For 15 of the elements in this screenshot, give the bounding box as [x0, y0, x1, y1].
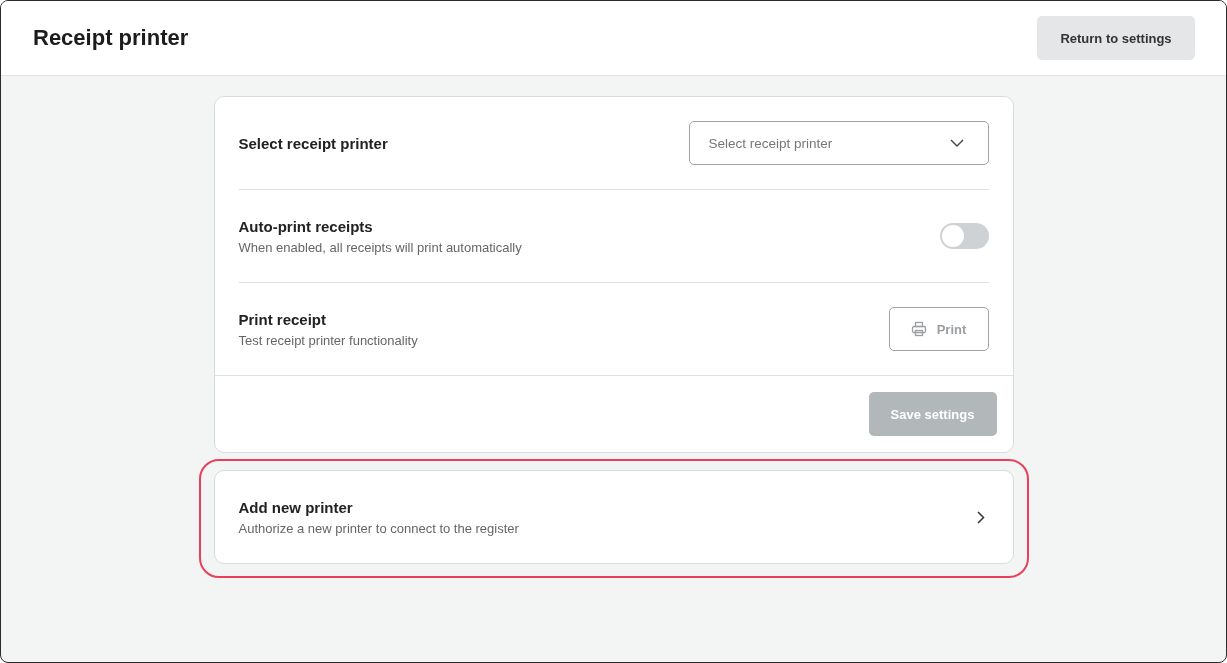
card-title: Add new printer: [238, 498, 354, 516]
return-button[interactable]: Return to settings: [1037, 16, 1195, 60]
auto-print-toggle[interactable]: [939, 223, 989, 249]
add-printer-card[interactable]: Add new printer Authorize a new printer to connect to the register: [213, 470, 1014, 564]
setting-description: Test receipt printer functionality: [238, 332, 418, 348]
setting-title: Auto-print receipts: [238, 217, 374, 235]
setting-description: When enabled, all receipts will print automatically: [238, 239, 522, 255]
setting-title: Print receipt: [238, 310, 328, 328]
printer-dropdown[interactable]: Select receipt printer: [688, 121, 989, 165]
chevron-down-icon: [949, 139, 964, 147]
chevron-right-icon: [976, 510, 985, 524]
setting-title: Select receipt printer: [238, 134, 388, 152]
printer-icon: [910, 321, 927, 337]
card-description: Authorize a new printer to connect to the register: [238, 520, 519, 536]
page-title: Receipt printer: [33, 25, 189, 51]
